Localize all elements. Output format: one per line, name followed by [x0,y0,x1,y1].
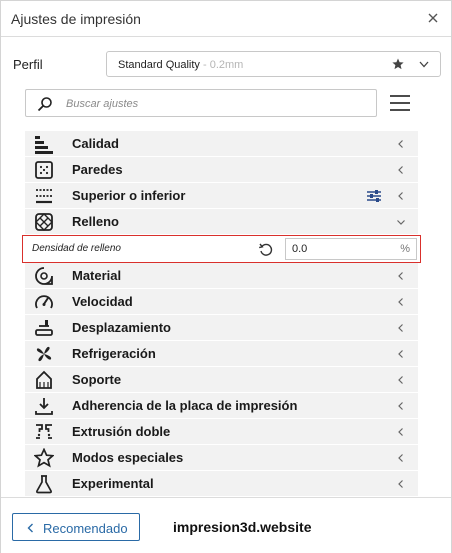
star-outline-icon [34,448,54,468]
chevron-left-icon[interactable] [396,165,406,175]
material-icon [35,267,53,285]
dual-extrusion-icon [36,424,52,439]
infill-density-input[interactable]: 0.0 % [285,238,417,260]
chevron-left-icon[interactable] [396,349,406,359]
category-label: Adherencia de la placa de impresión [72,398,298,413]
category-refrigeracion[interactable]: Refrigeración [25,341,418,367]
setting-infill-density: Densidad de relleno 0.0 % [22,235,421,263]
chevron-left-icon[interactable] [396,271,406,281]
travel-icon [35,320,53,336]
panel-title: Ajustes de impresión [11,11,141,27]
category-paredes[interactable]: Paredes [25,157,418,183]
chevron-left-icon[interactable] [396,479,406,489]
chevron-down-icon[interactable] [396,217,406,227]
category-label: Refrigeración [72,346,156,361]
print-settings-panel: Ajustes de impresión Perfil Standard Qua… [0,0,452,553]
recommended-button[interactable]: Recomendado [12,513,140,541]
category-label: Relleno [72,214,119,229]
fan-icon [36,346,52,362]
setting-unit: % [400,243,410,255]
category-label: Superior o inferior [72,188,186,203]
watermark-text: impresion3d.website [173,519,312,535]
close-icon[interactable] [425,10,441,26]
speed-icon [35,295,53,309]
profile-name: Standard Quality - 0.2mm [118,59,244,71]
sliders-icon[interactable] [366,189,382,203]
star-icon[interactable] [392,58,404,70]
top-bottom-icon [36,189,52,204]
walls-icon [35,161,53,179]
category-extrusion-doble[interactable]: Extrusión doble [25,419,418,445]
chevron-left-icon[interactable] [396,191,406,201]
chevron-left-icon[interactable] [396,401,406,411]
category-experimental[interactable]: Experimental [25,471,418,497]
footer: Recomendado impresion3d.website [1,497,451,553]
chevron-left-icon[interactable] [396,427,406,437]
category-superior-inferior[interactable]: Superior o inferior [25,183,418,209]
category-label: Soporte [72,372,122,387]
category-relleno[interactable]: Relleno [25,209,418,235]
category-label: Calidad [72,136,119,151]
profile-subtitle: - 0.2mm [199,59,244,71]
category-label: Desplazamiento [72,320,171,335]
chevron-left-icon[interactable] [396,323,406,333]
category-label: Experimental [72,476,154,491]
category-modos-especiales[interactable]: Modos especiales [25,445,418,471]
category-label: Paredes [72,162,123,177]
category-material[interactable]: Material [25,263,418,289]
infill-icon [35,213,53,231]
setting-label: Densidad de relleno [32,243,121,254]
support-icon [36,370,52,389]
recommended-label: Recomendado [43,521,128,536]
reset-icon[interactable] [258,242,274,258]
profile-select[interactable]: Standard Quality - 0.2mm [106,51,441,77]
category-soporte[interactable]: Soporte [25,367,418,393]
category-label: Material [72,268,122,283]
search-input[interactable] [66,95,366,112]
quality-icon [35,136,53,154]
category-label: Modos especiales [72,450,184,465]
chevron-down-icon[interactable] [419,61,429,68]
chevron-left-icon[interactable] [396,139,406,149]
title-bar: Ajustes de impresión [1,1,451,37]
category-label: Extrusión doble [72,424,171,439]
adhesion-icon [35,398,53,415]
category-desplazamiento[interactable]: Desplazamiento [25,315,418,341]
chevron-left-icon[interactable] [396,375,406,385]
chevron-left-icon[interactable] [396,297,406,307]
profile-label: Perfil [13,57,43,72]
flask-icon [35,475,53,494]
chevron-left-icon [27,523,33,533]
settings-category-list: Calidad Paredes Superior o inferior Rell… [22,131,421,497]
search-box[interactable] [25,89,377,117]
category-calidad[interactable]: Calidad [25,131,418,157]
category-velocidad[interactable]: Velocidad [25,289,418,315]
category-label: Velocidad [72,294,133,309]
search-icon [37,97,52,112]
menu-icon[interactable] [389,94,411,112]
chevron-left-icon[interactable] [396,453,406,463]
category-adherencia[interactable]: Adherencia de la placa de impresión [25,393,418,419]
setting-value: 0.0 [292,243,308,255]
